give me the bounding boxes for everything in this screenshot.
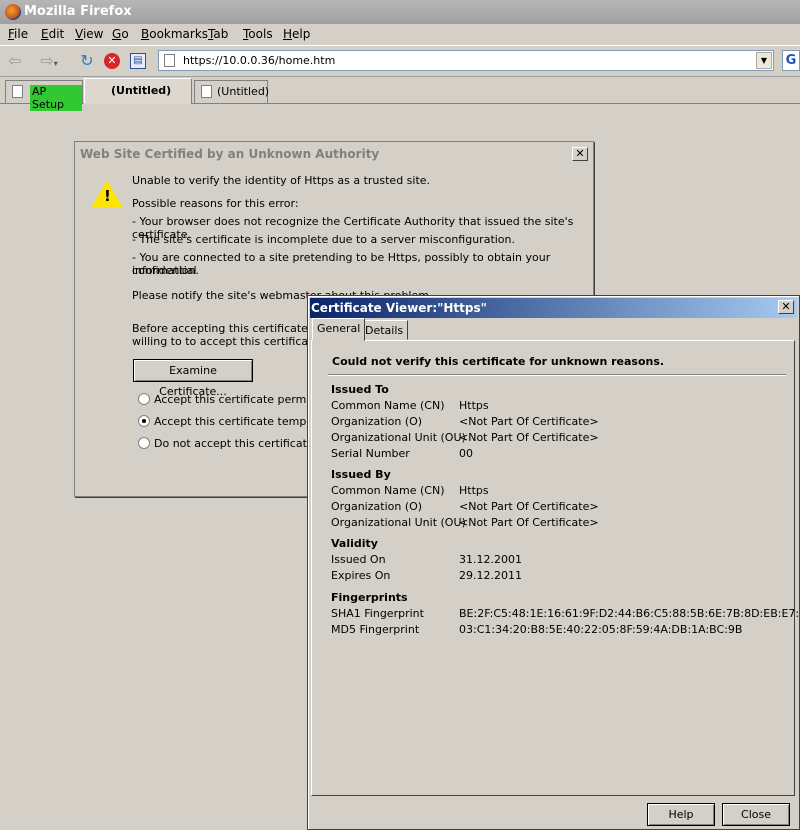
issued-to-o-value: <Not Part Of Certificate> (459, 415, 599, 428)
issued-to-cn-label: Common Name (CN) (331, 399, 445, 412)
tab-general[interactable]: General (312, 318, 366, 341)
home-icon[interactable]: ▤ (130, 53, 146, 69)
dialog-titlebar: Certificate Viewer:"Https" (310, 298, 797, 318)
general-panel: Could not verify this certificate for un… (311, 340, 800, 796)
divider (328, 374, 786, 376)
examine-certificate-button[interactable]: Examine Certificate... (133, 359, 253, 398)
page-icon (12, 85, 23, 98)
tab-label: (Untitled) (217, 85, 270, 98)
close-icon[interactable]: ✕ (572, 147, 588, 161)
tab-label: AP Setup (30, 85, 82, 111)
page-icon (164, 54, 175, 67)
md5-value: 03:C1:34:20:B8:5E:40:22:05:8F:59:4A:DB:1… (459, 623, 743, 636)
help-button[interactable]: Help (647, 803, 715, 826)
app-titlebar: Mozilla Firefox (0, 0, 800, 24)
menu-bookmarks[interactable]: Bookmarks (141, 27, 208, 41)
issued-by-ou-value: <Not Part Of Certificate> (459, 516, 599, 529)
sha1-label: SHA1 Fingerprint (331, 607, 424, 620)
reason-2: - The site's certificate is incomplete d… (132, 233, 516, 246)
url-bar[interactable]: https://10.0.0.36/home.htm ▼ (158, 50, 774, 71)
close-button[interactable]: Close (722, 803, 790, 826)
reason-3-cont: information. (132, 264, 199, 277)
md5-label: MD5 Fingerprint (331, 623, 420, 636)
menu-help[interactable]: Help (283, 27, 310, 41)
tab-untitled[interactable]: (Untitled) (194, 80, 270, 103)
certificate-viewer-dialog: Certificate Viewer:"Https" ✕ General Det… (307, 295, 800, 830)
do-not-accept-label[interactable]: Do not accept this certificate an (154, 437, 331, 450)
url-text[interactable]: https://10.0.0.36/home.htm (183, 54, 335, 67)
warning-line: Unable to verify the identity of Https a… (132, 174, 431, 187)
stop-icon[interactable]: ✕ (104, 53, 120, 69)
search-engine-icon[interactable]: G (782, 50, 800, 71)
tab-bar: AP Setup (Untitled) (Untitled) (0, 78, 800, 111)
before-text-1: Before accepting this certificate, you (132, 322, 336, 335)
dialog-title: Certificate Viewer:"Https" (311, 301, 487, 315)
menu-view[interactable]: View (75, 27, 103, 41)
verify-status-text: Could not verify this certificate for un… (332, 355, 665, 368)
app-title: Mozilla Firefox (24, 4, 132, 19)
menu-edit[interactable]: Edit (41, 27, 64, 41)
reasons-intro: Possible reasons for this error: (132, 197, 299, 210)
dialog-title: Web Site Certified by an Unknown Authori… (80, 147, 380, 161)
forward-arrow-icon[interactable]: ⇨▾ (38, 51, 60, 71)
back-arrow-icon[interactable]: ⇦ (4, 51, 26, 71)
fingerprints-heading: Fingerprints (331, 591, 408, 604)
issued-by-ou-label: Organizational Unit (OU) (331, 516, 466, 529)
issued-by-o-label: Organization (O) (331, 500, 423, 513)
firefox-icon (5, 4, 21, 20)
menu-bar: File Edit View Go Bookmarks Tab Tools He… (0, 24, 800, 44)
issued-to-ou-label: Organizational Unit (OU) (331, 431, 466, 444)
serial-number-label: Serial Number (331, 447, 410, 460)
do-not-accept-radio[interactable] (138, 437, 150, 449)
serial-number-value: 00 (459, 447, 473, 460)
issued-to-ou-value: <Not Part Of Certificate> (459, 431, 599, 444)
menu-file[interactable]: File (8, 27, 28, 41)
accept-temporarily-label[interactable]: Accept this certificate temporari (154, 415, 332, 428)
accept-temporarily-radio[interactable] (138, 415, 150, 427)
menu-go[interactable]: Go (112, 27, 129, 41)
validity-heading: Validity (331, 537, 378, 550)
issued-by-cn-label: Common Name (CN) (331, 484, 445, 497)
tab-ap-setup[interactable]: AP Setup (5, 80, 83, 111)
issued-to-heading: Issued To (331, 383, 389, 396)
issued-on-value: 31.12.2001 (459, 553, 522, 566)
menu-tools[interactable]: Tools (243, 27, 273, 41)
tab-label: (Untitled) (111, 84, 172, 97)
url-dropdown-icon[interactable]: ▼ (756, 52, 772, 69)
issued-by-heading: Issued By (331, 468, 391, 481)
warning-icon: ! (91, 180, 123, 208)
page-icon (201, 85, 212, 98)
expires-on-label: Expires On (331, 569, 391, 582)
menu-tab[interactable]: Tab (208, 27, 228, 41)
issued-by-o-value: <Not Part Of Certificate> (459, 500, 599, 513)
issued-by-cn-value: Https (459, 484, 489, 497)
accept-permanently-radio[interactable] (138, 393, 150, 405)
reason-3: - You are connected to a site pretending… (132, 251, 551, 277)
issued-to-o-label: Organization (O) (331, 415, 423, 428)
expires-on-value: 29.12.2011 (459, 569, 522, 582)
issued-on-label: Issued On (331, 553, 386, 566)
tab-untitled-active[interactable]: (Untitled) (84, 78, 192, 104)
tab-details[interactable]: Details (360, 320, 409, 340)
issued-to-cn-value: Https (459, 399, 489, 412)
forward-dropdown-icon[interactable]: ▾ (54, 59, 58, 68)
reload-icon[interactable]: ↻ (78, 51, 96, 71)
sha1-value: BE:2F:C5:48:1E:16:61:9F:D2:44:B6:C5:88:5… (459, 607, 800, 620)
close-icon[interactable]: ✕ (778, 300, 794, 314)
dialog-titlebar: Web Site Certified by an Unknown Authori… (77, 144, 591, 164)
